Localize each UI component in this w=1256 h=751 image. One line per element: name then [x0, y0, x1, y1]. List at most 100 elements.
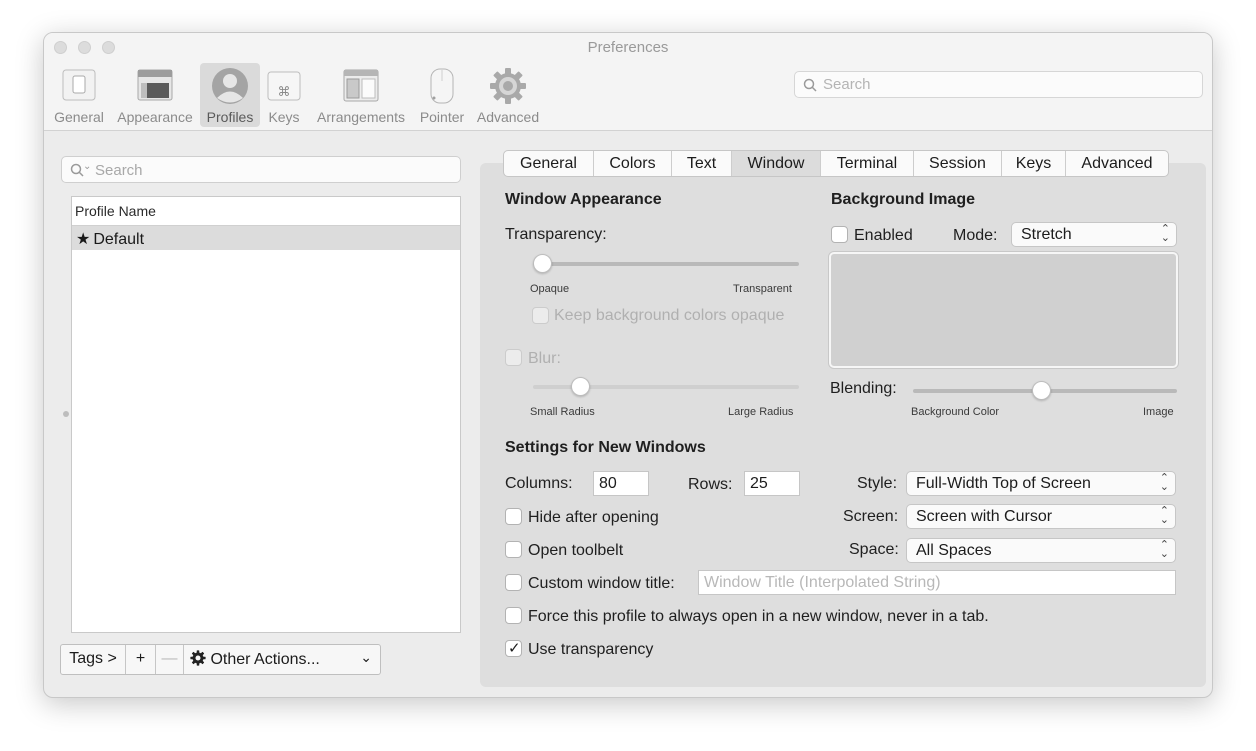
tab-session[interactable]: Session: [914, 151, 1002, 176]
settings-new-windows-heading: Settings for New Windows: [505, 439, 706, 456]
gear-icon: [489, 67, 527, 110]
search-placeholder: Search: [823, 76, 871, 93]
open-toolbelt-label: Open toolbelt: [528, 542, 624, 559]
chevron-down-icon: ⌄: [83, 161, 92, 172]
background-image-well[interactable]: [829, 252, 1178, 368]
stepper-arrows-icon: ⌃ ⌄: [1159, 472, 1169, 493]
hide-after-opening-checkbox[interactable]: [505, 508, 522, 525]
profile-actions-bar: Tags > + — Other Actions... ⌄: [60, 644, 381, 675]
blur-checkbox[interactable]: [505, 349, 522, 366]
profile-name: Default: [93, 231, 145, 248]
use-transparency-checkbox[interactable]: ✓: [505, 640, 522, 657]
tab-window[interactable]: Window: [732, 151, 821, 176]
screen-popup[interactable]: Screen with Cursor ⌃ ⌄: [906, 504, 1176, 529]
stepper-arrows-icon: ⌃ ⌄: [1159, 539, 1169, 560]
other-actions-menu[interactable]: Other Actions... ⌄: [184, 645, 380, 674]
toolbar-label: Profiles: [206, 109, 254, 125]
toolbar-appearance[interactable]: Appearance: [114, 63, 196, 127]
search-icon: [803, 78, 817, 97]
background-enabled-label: Enabled: [854, 227, 913, 244]
remove-profile-button[interactable]: —: [156, 645, 184, 674]
transparency-min-label: Opaque: [530, 283, 570, 295]
toolbar-label: Pointer: [419, 109, 465, 125]
general-switch-icon: [61, 67, 97, 108]
table-row[interactable]: ★ Default: [72, 226, 460, 250]
blending-min-label: Background Color: [911, 406, 1000, 418]
tags-button[interactable]: Tags >: [61, 645, 126, 674]
columns-label: Columns:: [505, 475, 573, 492]
window-title: Preferences: [587, 39, 669, 56]
transparency-slider-track[interactable]: [533, 262, 799, 266]
search-placeholder: Search: [95, 162, 143, 179]
tab-terminal[interactable]: Terminal: [821, 151, 914, 176]
force-new-window-label: Force this profile to always open in a n…: [528, 608, 989, 625]
screen-label: Screen:: [843, 508, 899, 525]
search-icon: [70, 163, 84, 182]
profile-search-input[interactable]: ⌄ Search: [61, 156, 461, 183]
svg-text:⌘: ⌘: [278, 85, 291, 100]
space-popup[interactable]: All Spaces ⌃ ⌄: [906, 538, 1176, 563]
columns-input[interactable]: 80: [593, 471, 649, 496]
toolbar-label: Keys: [268, 109, 300, 125]
toolbar-advanced[interactable]: Advanced: [476, 63, 540, 127]
transparency-label: Transparency:: [505, 226, 607, 243]
other-actions-label: Other Actions...: [210, 651, 320, 668]
tab-advanced[interactable]: Advanced: [1066, 151, 1168, 176]
blur-max-label: Large Radius: [728, 406, 794, 418]
space-label: Space:: [849, 541, 899, 558]
keep-background-opaque-label: Keep background colors opaque: [554, 307, 785, 324]
custom-title-checkbox[interactable]: [505, 574, 522, 591]
hide-after-opening-label: Hide after opening: [528, 509, 659, 526]
window-appearance-heading: Window Appearance: [505, 191, 662, 208]
profiles-table: Profile Name ★ Default: [71, 196, 461, 633]
rows-input[interactable]: 25: [744, 471, 800, 496]
tab-keys[interactable]: Keys: [1002, 151, 1066, 176]
mode-label: Mode:: [953, 227, 998, 244]
rows-label: Rows:: [688, 476, 733, 493]
custom-title-input[interactable]: Window Title (Interpolated String): [698, 570, 1176, 595]
force-new-window-checkbox[interactable]: [505, 607, 522, 624]
toolbar-label: Appearance: [117, 109, 193, 125]
star-icon: ★: [76, 231, 91, 248]
add-profile-button[interactable]: +: [126, 645, 156, 674]
profile-tabs: General Colors Text Window Terminal Sess…: [503, 150, 1169, 177]
mouse-icon: [424, 67, 460, 110]
background-enabled-checkbox[interactable]: [831, 226, 848, 243]
arrangements-icon: [343, 67, 379, 108]
toolbar-arrangements[interactable]: Arrangements: [314, 63, 408, 127]
keep-background-opaque-checkbox[interactable]: [532, 307, 549, 324]
profile-name-column-header[interactable]: Profile Name: [72, 197, 460, 226]
style-popup[interactable]: Full-Width Top of Screen ⌃ ⌄: [906, 471, 1176, 496]
toolbar-keys[interactable]: ⌘ Keys: [264, 63, 304, 127]
appearance-window-icon: [137, 67, 173, 108]
tab-colors[interactable]: Colors: [594, 151, 672, 176]
transparency-slider-knob[interactable]: [533, 254, 552, 273]
chevron-down-icon: ⌄: [360, 649, 372, 665]
stepper-arrows-icon: ⌃ ⌄: [1160, 223, 1170, 244]
preferences-search-input[interactable]: Search: [794, 71, 1203, 98]
blending-slider-knob[interactable]: [1032, 381, 1052, 400]
tab-text[interactable]: Text: [672, 151, 732, 176]
toolbar-pointer[interactable]: Pointer: [416, 63, 468, 127]
screen-value: Screen with Cursor: [916, 508, 1053, 525]
toolbar-label: General: [54, 109, 104, 125]
toolbar-profiles[interactable]: Profiles: [200, 63, 260, 127]
style-value: Full-Width Top of Screen: [916, 475, 1091, 492]
space-value: All Spaces: [916, 542, 992, 559]
tab-general[interactable]: General: [504, 151, 594, 176]
custom-title-label: Custom window title:: [528, 575, 675, 592]
split-drag-handle[interactable]: [63, 411, 69, 417]
gear-icon: [190, 650, 210, 668]
custom-title-placeholder: Window Title (Interpolated String): [704, 574, 941, 591]
open-toolbelt-checkbox[interactable]: [505, 541, 522, 558]
mode-value: Stretch: [1021, 226, 1072, 243]
preferences-window: Preferences General Appearance Profiles …: [43, 32, 1213, 698]
checkmark-icon: ✓: [508, 640, 521, 657]
toolbar-general[interactable]: General: [52, 63, 106, 127]
command-key-icon: ⌘: [266, 67, 302, 108]
blur-slider-knob[interactable]: [570, 377, 590, 396]
toolbar-label: Advanced: [476, 109, 540, 125]
blending-label: Blending:: [830, 380, 897, 397]
style-label: Style:: [857, 475, 898, 492]
mode-popup[interactable]: Stretch ⌃ ⌄: [1011, 222, 1177, 247]
